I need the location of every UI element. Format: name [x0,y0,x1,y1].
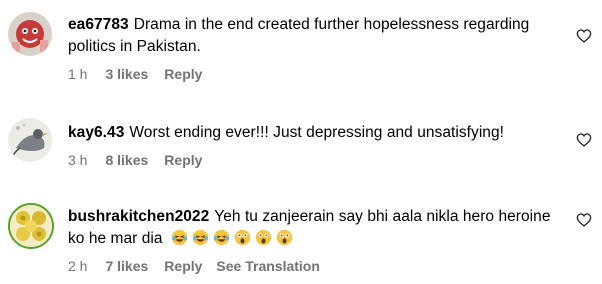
comment-text: kay6.43 Worst ending ever!!! Just depress… [68,122,568,144]
laughing-crying-emoji-icon [192,229,209,246]
comment-username[interactable]: ea67783 [68,16,129,33]
shocked-emoji-icon [276,229,293,246]
comment-meta: 2 h 7 likes Reply See Translation [68,258,568,274]
reply-button[interactable]: Reply [164,258,202,274]
shocked-emoji-icon [234,229,251,246]
comment-likes[interactable]: 8 likes [105,152,148,168]
comment-body: Worst ending ever!!! Just depressing and… [129,124,505,141]
shocked-emoji-icon [255,229,272,246]
comment-meta: 3 h 8 likes Reply [68,152,568,168]
laughing-crying-emoji-icon [171,229,188,246]
reply-button[interactable]: Reply [164,152,202,168]
avatar[interactable] [8,118,52,162]
comment-body: Drama in the end created further hopeles… [68,16,530,55]
comment-text: bushrakitchen2022 Yeh tu zanjeerain say b… [68,206,568,250]
laughing-crying-emoji-icon [213,229,230,246]
heart-icon[interactable] [576,28,592,44]
comment-time: 1 h [68,66,88,82]
see-translation-button[interactable]: See Translation [216,258,319,274]
heart-icon[interactable] [576,132,592,148]
comment-text: ea67783 Drama in the end created further … [68,14,568,58]
comment-time: 3 h [68,152,88,168]
comment-likes[interactable]: 7 likes [105,258,148,274]
comment-meta: 1 h 3 likes Reply [68,66,568,82]
avatar[interactable] [8,203,54,249]
comment-time: 2 h [68,258,88,274]
reply-button[interactable]: Reply [164,66,202,82]
avatar[interactable] [8,12,52,56]
comment-username[interactable]: kay6.43 [68,124,124,141]
comment-username[interactable]: bushrakitchen2022 [68,208,209,225]
comment-likes[interactable]: 3 likes [105,66,148,82]
heart-icon[interactable] [576,212,592,228]
